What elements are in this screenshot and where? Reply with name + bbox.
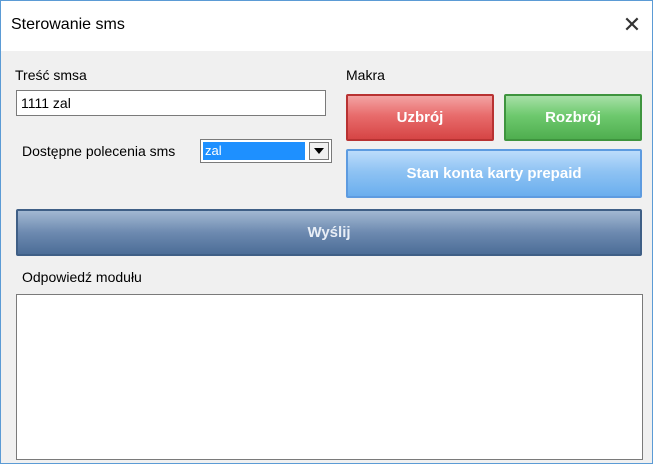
commands-label: Dostępne polecenia sms xyxy=(22,143,176,159)
commands-dropdown[interactable]: zal xyxy=(200,139,332,163)
title-bar: Sterowanie sms ✕ xyxy=(1,1,652,51)
sms-content-label: Treść smsa xyxy=(15,67,87,83)
module-response-textarea[interactable] xyxy=(16,294,643,460)
close-icon[interactable]: ✕ xyxy=(618,12,646,38)
macros-label: Makra xyxy=(346,67,385,83)
arm-button[interactable]: Uzbrój xyxy=(346,94,494,141)
disarm-button[interactable]: Rozbrój xyxy=(504,94,642,141)
commands-selected-value: zal xyxy=(203,142,305,160)
prepaid-balance-button[interactable]: Stan konta karty prepaid xyxy=(346,149,642,198)
sms-control-window: Sterowanie sms ✕ Treść smsa Dostępne pol… xyxy=(0,0,653,464)
module-response-label: Odpowiedź modułu xyxy=(22,269,142,285)
window-title: Sterowanie sms xyxy=(11,16,125,33)
sms-content-input[interactable] xyxy=(16,90,326,116)
dropdown-arrow-icon[interactable] xyxy=(309,142,329,160)
send-button[interactable]: Wyślij xyxy=(16,209,642,256)
